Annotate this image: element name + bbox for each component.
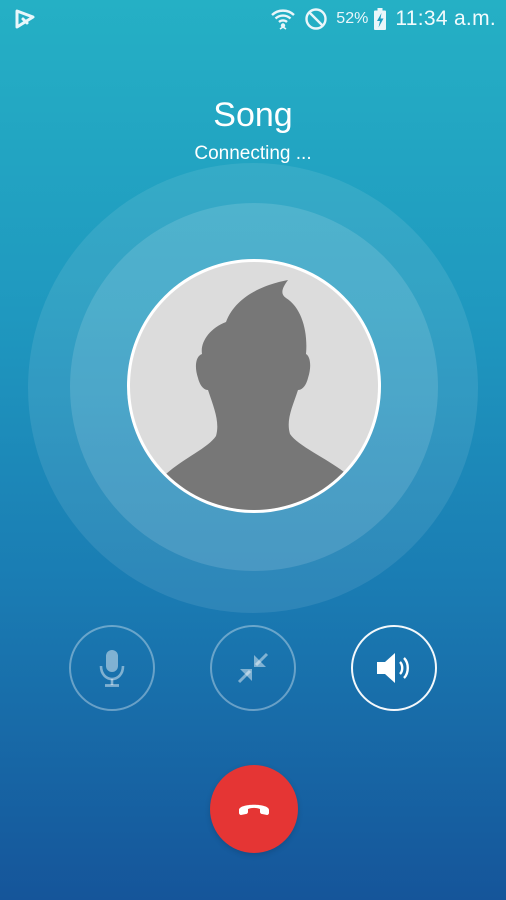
minimize-icon: [237, 652, 269, 684]
do-not-disturb-icon: [305, 8, 327, 30]
minimize-call-button[interactable]: [210, 625, 296, 711]
hang-up-icon: [239, 804, 269, 815]
call-status: Connecting ...: [194, 143, 312, 164]
status-icons: 52% 11:34 a.m.: [270, 4, 496, 34]
app-notification-icon: [15, 9, 35, 29]
clock: 11:34 a.m.: [395, 7, 496, 30]
microphone-icon: [99, 650, 125, 687]
speaker-button[interactable]: [351, 625, 437, 711]
battery-charging-icon: [374, 8, 387, 30]
wifi-icon: [271, 9, 296, 30]
speaker-icon: [377, 653, 409, 683]
end-call-button[interactable]: [210, 765, 298, 853]
caller-name: Song: [213, 96, 293, 134]
battery-percent: 52%: [336, 10, 369, 27]
mute-button[interactable]: [69, 625, 155, 711]
caller-avatar: [127, 259, 381, 513]
status-bar: 52% 11:34 a.m.: [0, 0, 506, 38]
person-silhouette-icon: [144, 280, 366, 510]
